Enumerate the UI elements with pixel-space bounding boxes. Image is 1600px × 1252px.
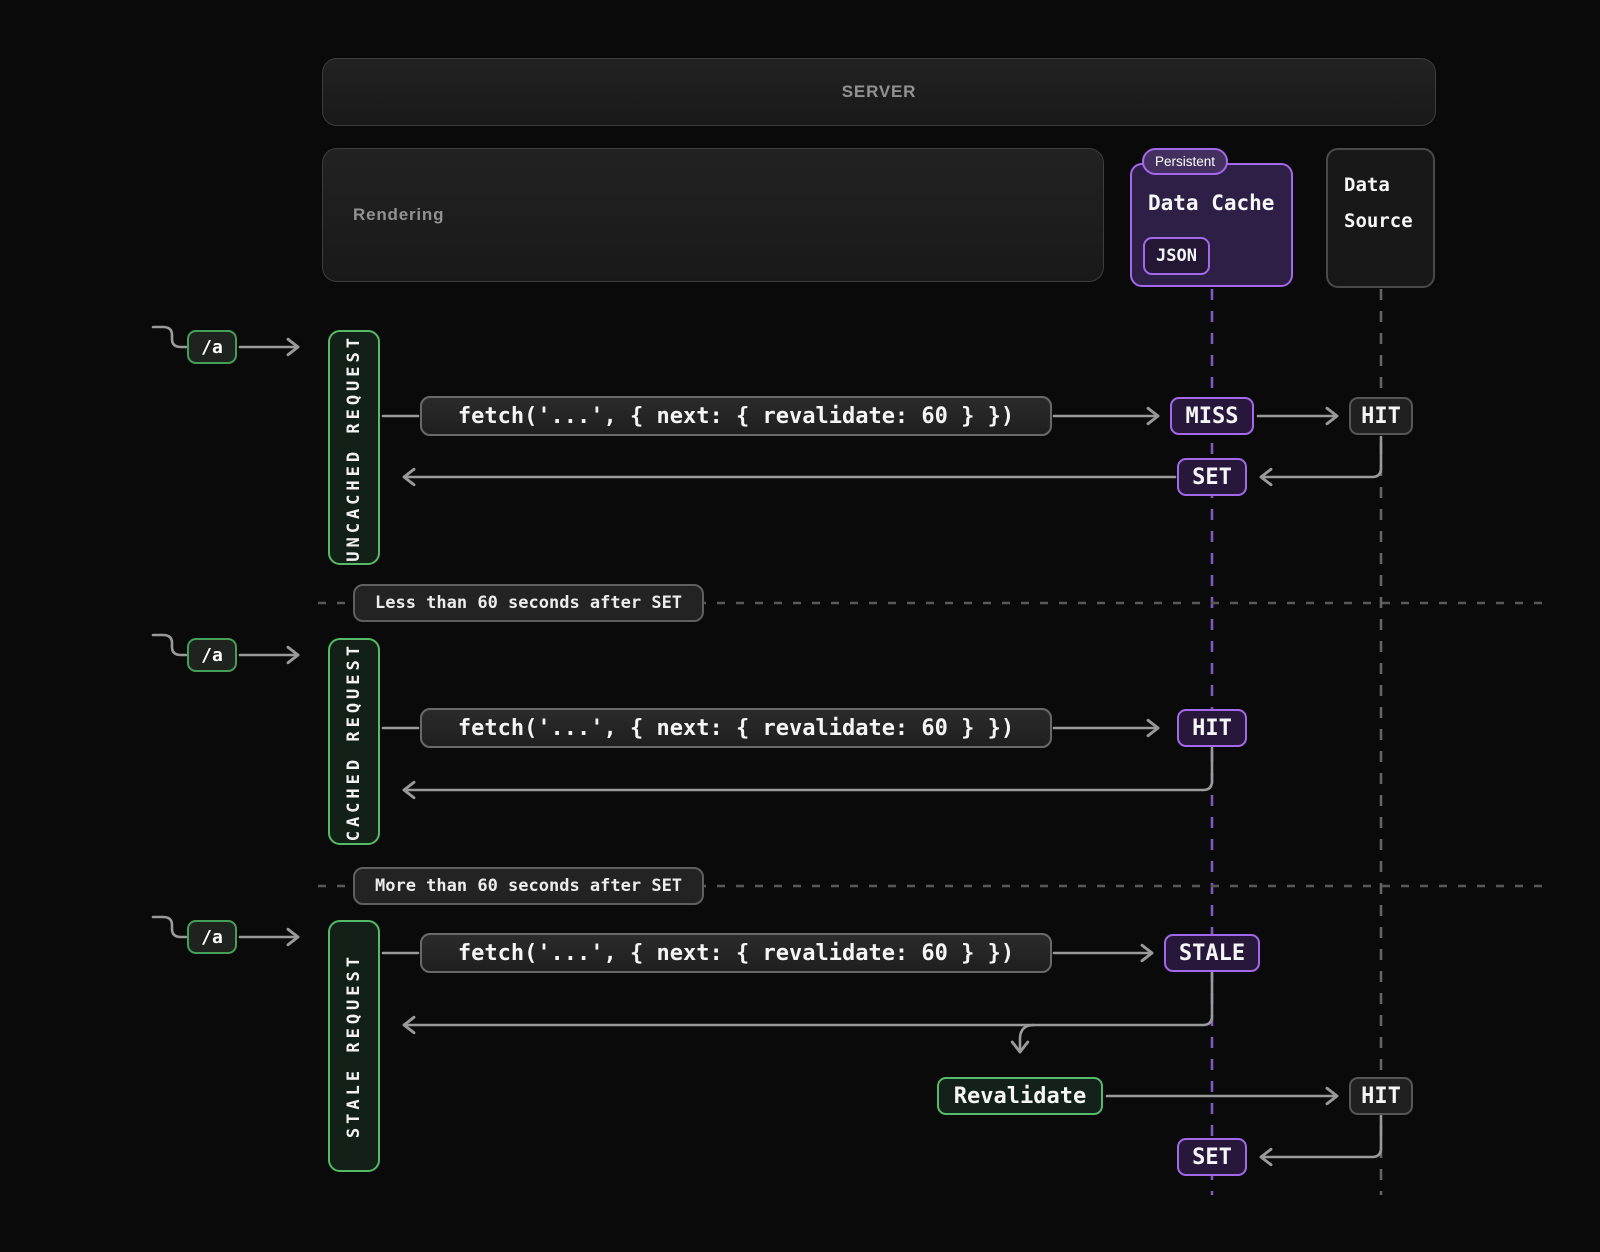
diagram-canvas: SERVER Rendering Data Cache JSON Persist…: [0, 0, 1600, 1252]
miss-badge: MISS: [1170, 397, 1254, 435]
separator-label-2: More than 60 seconds after SET: [353, 867, 704, 905]
lane-uncached-label: UNCACHED REQUEST: [344, 334, 364, 562]
rendering-label: Rendering: [353, 205, 444, 225]
data-source-box: Data Source: [1326, 148, 1435, 288]
data-source-line2: Source: [1344, 203, 1433, 239]
json-badge: JSON: [1143, 237, 1210, 275]
server-label: SERVER: [842, 82, 916, 102]
fetch-call-bubble: fetch('...', { next: { revalidate: 60 } …: [420, 396, 1052, 436]
lane-stale-label: STALE REQUEST: [344, 953, 364, 1138]
data-cache-box: Data Cache JSON: [1130, 163, 1293, 287]
rendering-box: Rendering: [322, 148, 1104, 282]
lane-uncached-request: UNCACHED REQUEST: [328, 330, 380, 565]
lane-cached-request: CACHED REQUEST: [328, 638, 380, 845]
lane-stale-request: STALE REQUEST: [328, 920, 380, 1172]
set-badge-row3: SET: [1177, 1138, 1247, 1176]
fetch-call-bubble: fetch('...', { next: { revalidate: 60 } …: [420, 933, 1052, 973]
revalidate-badge: Revalidate: [937, 1077, 1103, 1115]
server-box: SERVER: [322, 58, 1436, 126]
data-source-line1: Data: [1344, 167, 1433, 203]
data-cache-title: Data Cache: [1148, 191, 1274, 215]
route-badge: /a: [187, 638, 237, 672]
hit-badge-source-row3: HIT: [1349, 1077, 1413, 1115]
route-badge: /a: [187, 330, 237, 364]
separator-label-1: Less than 60 seconds after SET: [353, 584, 704, 622]
stale-badge: STALE: [1164, 934, 1260, 972]
route-badge: /a: [187, 920, 237, 954]
fetch-call-bubble: fetch('...', { next: { revalidate: 60 } …: [420, 708, 1052, 748]
persistent-tag: Persistent: [1142, 148, 1228, 175]
set-badge-row1: SET: [1177, 458, 1247, 496]
hit-badge-source-row1: HIT: [1349, 397, 1413, 435]
lane-cached-label: CACHED REQUEST: [344, 642, 364, 841]
hit-badge-cache-row2: HIT: [1177, 709, 1247, 747]
